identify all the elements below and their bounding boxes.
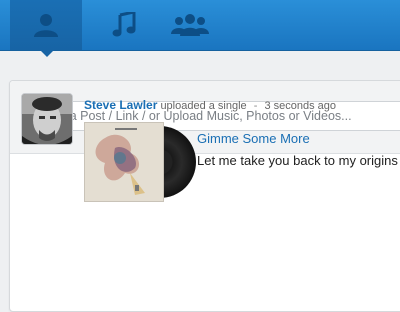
active-tab-pointer bbox=[40, 50, 54, 57]
feed-item-headline: Steve Lawler uploaded a single - 3 secon… bbox=[84, 98, 336, 112]
action-text: uploaded a single bbox=[160, 100, 247, 112]
tab-profile[interactable] bbox=[10, 0, 82, 50]
track-title-link[interactable]: Gimme Some More bbox=[197, 131, 310, 146]
author-link[interactable]: Steve Lawler bbox=[84, 98, 157, 112]
album-cover bbox=[84, 122, 164, 202]
avatar[interactable] bbox=[21, 93, 73, 145]
timestamp: 3 seconds ago bbox=[264, 100, 337, 112]
user-icon bbox=[34, 14, 58, 37]
separator: - bbox=[253, 100, 258, 112]
album-artwork[interactable] bbox=[84, 122, 196, 202]
tab-groups[interactable] bbox=[154, 0, 226, 50]
top-nav-bar bbox=[0, 0, 400, 51]
group-icon bbox=[171, 14, 209, 36]
track-description: Let me take you back to my origins bbox=[197, 153, 398, 168]
music-note-icon bbox=[112, 12, 136, 37]
tab-music[interactable] bbox=[88, 0, 160, 50]
album-cover-art bbox=[85, 123, 163, 201]
avatar-photo bbox=[22, 94, 72, 144]
